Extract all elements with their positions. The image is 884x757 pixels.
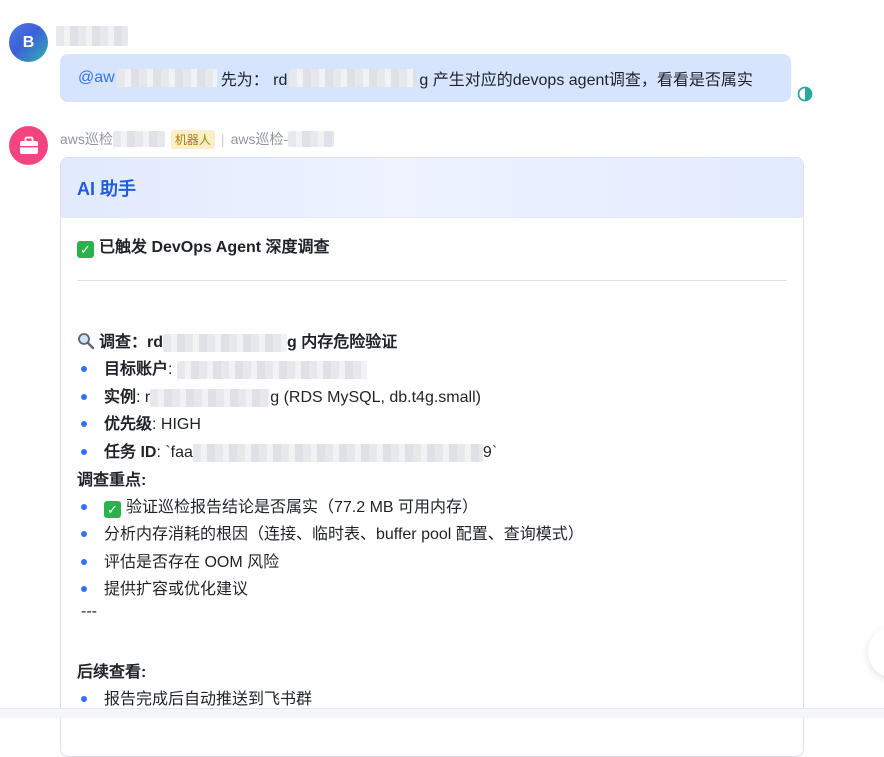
bullet xyxy=(81,559,87,565)
bot-name[interactable]: aws巡检 xyxy=(60,129,113,149)
triggered-line: ✓ 已触发 DevOps Agent 深度调查 xyxy=(77,233,330,258)
focus-item: 分析内存消耗的根因（连接、临时表、buffer pool 配置、查询模式） xyxy=(104,526,584,543)
field-label: 任务 ID xyxy=(104,444,157,461)
card-header: AI 助手 xyxy=(61,158,803,218)
field-instance: 实例: rg (RDS MySQL, db.t4g.small) xyxy=(104,383,481,407)
redacted-mention xyxy=(116,69,217,87)
focus-item: 提供扩容或优化建议 xyxy=(104,581,249,598)
bullet xyxy=(81,696,87,702)
field-value-prefix: faa xyxy=(170,444,193,461)
field-sep: : xyxy=(168,361,173,378)
bullet xyxy=(81,586,87,592)
ai-assistant-card: AI 助手 ✓ 已触发 DevOps Agent 深度调查 调查：rd g 内存危险… xyxy=(60,157,804,757)
field-target-account: 目标账户: xyxy=(104,355,367,379)
group-name[interactable]: aws巡检- xyxy=(231,129,289,149)
field-sep: : xyxy=(136,389,145,406)
redacted-task-id xyxy=(192,443,483,462)
card-divider xyxy=(77,280,787,281)
focus-title: 调查重点: xyxy=(77,472,147,489)
message-tail: g 产生对应的devops agent调查，看看是否属实 xyxy=(419,72,753,89)
redacted-investigation xyxy=(163,333,288,352)
redacted-instance-id xyxy=(150,388,271,407)
scroll-to-bottom-button[interactable] xyxy=(868,626,884,678)
focus-item-text: 验证巡检报告结论是否属实（77.2 MB 可用内存） xyxy=(126,499,479,516)
field-priority: 优先级: HIGH xyxy=(104,410,201,434)
focus-item: 评估是否存在 OOM 风险 xyxy=(104,554,280,571)
investigation-line: 调查：rd g 内存危险验证 xyxy=(77,328,397,352)
card-title: AI 助手 xyxy=(77,178,137,199)
bot-avatar[interactable] xyxy=(9,126,48,165)
bullet xyxy=(81,366,87,372)
bullet xyxy=(81,504,87,510)
robot-badge: 机器人 xyxy=(170,129,215,149)
user-name-redacted xyxy=(56,26,128,46)
field-value: HIGH xyxy=(160,416,201,433)
mention[interactable]: @aw xyxy=(78,69,115,87)
briefcase-icon xyxy=(19,136,38,154)
triggered-text: 已触发 DevOps Agent 深度调查 xyxy=(99,239,330,256)
follow-title: 后续查看: xyxy=(77,664,147,681)
field-label: 实例 xyxy=(104,389,137,406)
avatar-letter: B xyxy=(22,33,35,51)
bullet xyxy=(81,531,87,537)
read-status-icon xyxy=(797,86,813,102)
redacted-group-name xyxy=(288,131,335,147)
bot-header: aws巡检 机器人 | aws巡检- xyxy=(60,129,335,149)
follow-item: 报告完成后自动推送到飞书群 xyxy=(104,691,313,708)
field-value-suffix: 9` xyxy=(482,444,498,461)
hr-text: --- xyxy=(81,603,97,620)
header-separator: | xyxy=(220,131,225,147)
bullet xyxy=(81,449,87,455)
redacted-account xyxy=(176,360,367,379)
focus-item: ✓ 验证巡检报告结论是否属实（77.2 MB 可用内存） xyxy=(104,493,478,518)
message-middle: 先为： rd xyxy=(220,72,288,89)
bullet xyxy=(81,394,87,400)
field-sep: : ` xyxy=(156,444,171,461)
investigation-label: 调查： xyxy=(99,334,148,351)
check-mark-icon: ✓ xyxy=(77,241,94,258)
check-mark-icon: ✓ xyxy=(104,501,121,518)
investigation-prefix: rd xyxy=(147,334,164,351)
bullet xyxy=(81,421,87,427)
redacted-instance xyxy=(289,69,418,87)
field-label: 优先级 xyxy=(104,416,153,433)
magnifier-icon xyxy=(78,333,95,350)
field-task-id: 任务 ID: `faa 9` xyxy=(104,438,497,462)
investigation-suffix: g 内存危险验证 xyxy=(287,334,398,351)
field-label: 目标账户 xyxy=(104,361,169,378)
redacted-bot-name xyxy=(112,131,165,147)
user-message-bubble[interactable]: @aw 先为： rd g 产生对应的devops agent调查，看看是否属实 xyxy=(60,54,791,102)
field-sep: : xyxy=(152,416,161,433)
user-avatar[interactable]: B xyxy=(9,23,48,62)
field-value-suffix: g (RDS MySQL, db.t4g.small) xyxy=(270,389,481,406)
